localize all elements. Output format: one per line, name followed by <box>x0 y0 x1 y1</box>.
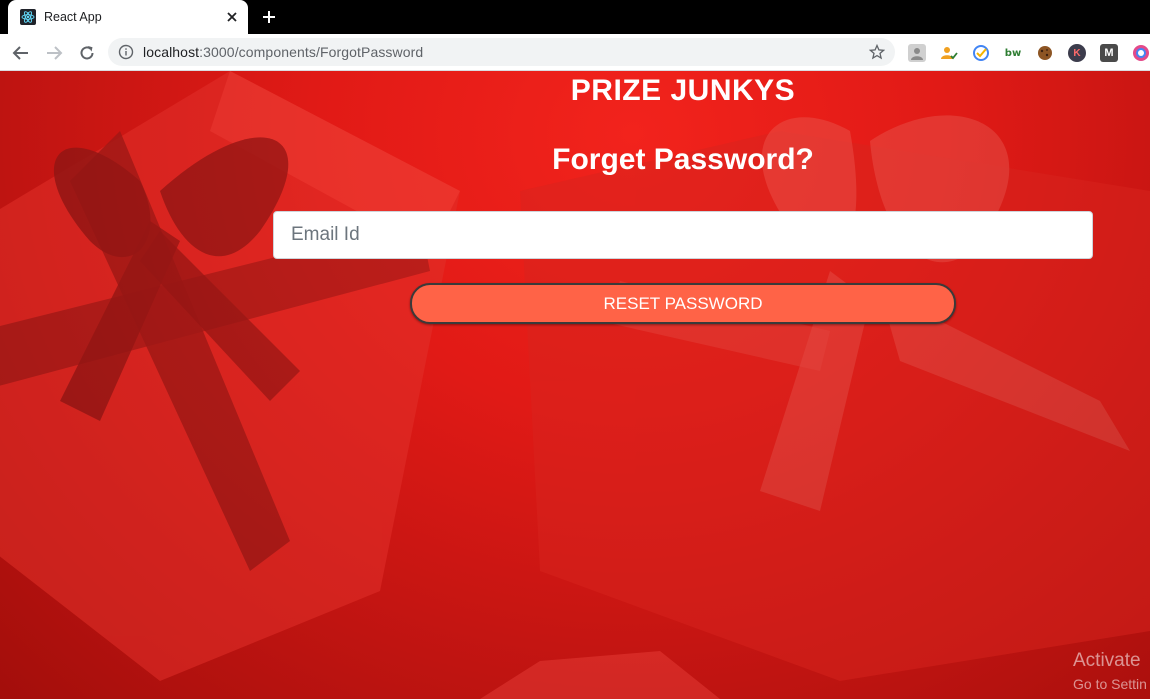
site-info-icon[interactable] <box>118 44 134 60</box>
reload-icon[interactable] <box>76 42 98 64</box>
close-tab-icon[interactable] <box>224 9 240 25</box>
address-bar[interactable]: localhost:3000/components/ForgotPassword <box>108 38 895 66</box>
tab-title: React App <box>44 10 102 24</box>
browser-tab[interactable]: React App <box>8 0 248 34</box>
checkmark-circle-extension-icon[interactable] <box>972 44 990 62</box>
email-input[interactable] <box>273 211 1093 259</box>
bw-extension-icon[interactable]: bw <box>1004 44 1022 62</box>
profile-extension-icon[interactable] <box>908 44 926 62</box>
person-check-extension-icon[interactable] <box>940 44 958 62</box>
new-tab-icon[interactable] <box>260 8 278 26</box>
react-logo-icon <box>20 9 36 25</box>
chrome-color-extension-icon[interactable] <box>1132 44 1150 62</box>
k-extension-icon[interactable]: K <box>1068 44 1086 62</box>
brand-title: PRIZE JUNKYS <box>570 74 796 107</box>
url-host: localhost <box>143 44 200 60</box>
watermark-title: Activate <box>1073 650 1141 671</box>
cookie-extension-icon[interactable] <box>1036 44 1054 62</box>
back-arrow-icon[interactable] <box>10 42 32 64</box>
forward-arrow-icon[interactable] <box>43 42 65 64</box>
page-viewport: PRIZE JUNKYS Forget Password? RESET PASS… <box>0 71 1150 699</box>
m-extension-icon[interactable]: M <box>1100 44 1118 62</box>
bookmark-star-icon[interactable] <box>869 44 885 60</box>
reset-password-button[interactable]: RESET PASSWORD <box>410 283 956 324</box>
url-path: :3000/components/ForgotPassword <box>199 44 424 60</box>
browser-tab-strip: React App <box>0 0 1150 34</box>
watermark-subtitle: Go to Settin <box>1073 676 1147 692</box>
browser-toolbar: localhost:3000/components/ForgotPassword… <box>0 34 1150 71</box>
activate-windows-watermark: Activate Go to Settin <box>1073 650 1147 692</box>
url-text: localhost:3000/components/ForgotPassword <box>143 44 423 60</box>
page-heading: Forget Password? <box>552 143 814 176</box>
